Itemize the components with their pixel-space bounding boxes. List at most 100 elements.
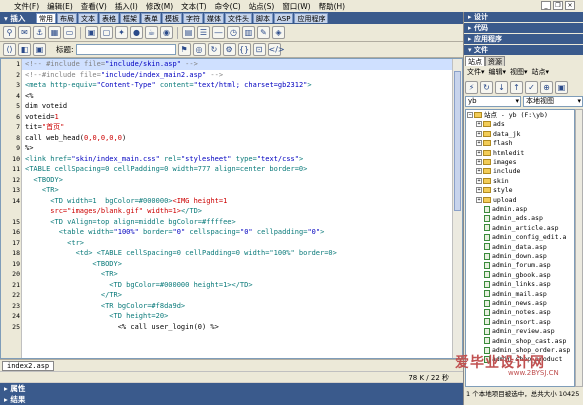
file-tree-scrollbar[interactable]	[575, 109, 583, 387]
horizontal-rule-icon[interactable]: ―	[212, 26, 225, 39]
insert-tab[interactable]: 模板	[162, 13, 182, 23]
tree-file[interactable]: admin_notes.asp	[484, 308, 551, 317]
expand-toggle-icon[interactable]: −	[467, 112, 473, 118]
close-icon[interactable]: ×	[565, 1, 575, 10]
code-line[interactable]: <TD bgColor=#000000 height=1></TD>	[22, 280, 454, 291]
expand-toggle-icon[interactable]: +	[476, 168, 482, 175]
insert-tab[interactable]: 常用	[36, 13, 56, 23]
code-line[interactable]: <meta http-equiv="Content-Type" content=…	[22, 80, 454, 91]
tree-file[interactable]: admin_config_edit.a	[484, 233, 566, 242]
browser-check-icon[interactable]: ⚑	[177, 43, 191, 56]
shockwave-icon[interactable]: ●	[130, 26, 143, 39]
insert-tab[interactable]: 文本	[78, 13, 98, 23]
minimize-icon[interactable]: _	[541, 1, 551, 10]
nav-bar-icon[interactable]: ☰	[197, 26, 210, 39]
expand-toggle-icon[interactable]: +	[476, 140, 482, 147]
tag-icon[interactable]: </>	[267, 43, 285, 56]
tree-file[interactable]: admin_mail.asp	[484, 290, 547, 299]
code-view-icon[interactable]: ⟨⟩	[3, 43, 16, 56]
code-line[interactable]: <link href="skin/index_main.css" rel="st…	[22, 154, 454, 165]
code-line[interactable]: <TABLE cellSpacing=0 cellPadding=0 width…	[22, 164, 454, 175]
title-input[interactable]	[75, 44, 176, 55]
menu-item[interactable]: 修改(M)	[142, 1, 177, 12]
code-line[interactable]: tit="首页"	[22, 122, 454, 133]
reference-icon[interactable]: ⊡	[252, 43, 266, 56]
menu-item[interactable]: 插入(I)	[111, 1, 142, 12]
files-panel-header[interactable]: ▾ 文件	[464, 45, 583, 55]
insert-tab[interactable]: ASP	[274, 13, 294, 23]
refresh-icon[interactable]: ↻	[207, 43, 221, 56]
site-select[interactable]: yb	[465, 96, 521, 107]
email-link-icon[interactable]: ✉	[18, 26, 31, 39]
insert-tab[interactable]: 字符	[183, 13, 203, 23]
check-in-icon[interactable]: ⊕	[540, 80, 553, 94]
rollover-icon[interactable]: ▤	[182, 26, 195, 39]
menu-item[interactable]: 文本(T)	[177, 1, 210, 12]
code-line[interactable]: dim voteid	[22, 101, 454, 112]
expand-toggle-icon[interactable]: +	[476, 149, 482, 156]
layer-icon[interactable]: ▭	[63, 26, 76, 39]
braces-icon[interactable]: {}	[237, 43, 251, 56]
code-line[interactable]: <TD width=1 bgColor=#000000><IMG height=…	[22, 196, 454, 207]
insert-tab[interactable]: 框架	[120, 13, 140, 23]
tree-folder[interactable]: + flash	[476, 139, 513, 148]
flash-icon[interactable]: ✦	[115, 26, 128, 39]
editor-scroll-thumb[interactable]	[454, 71, 461, 211]
restore-icon[interactable]: ❐	[553, 1, 563, 10]
get-files-icon[interactable]: ↓	[495, 80, 508, 94]
split-view-icon[interactable]: ◧	[18, 43, 31, 56]
anchor-icon[interactable]: ⚓	[33, 26, 46, 39]
menu-item[interactable]: 帮助(H)	[315, 1, 350, 12]
insert-tab[interactable]: 表格	[99, 13, 119, 23]
code-line[interactable]: <td> <TABLE cellSpacing=0 cellPadding=0 …	[22, 248, 454, 259]
menu-item[interactable]: 文件(F)	[10, 1, 43, 12]
tree-file[interactable]: admin_article.asp	[484, 224, 559, 233]
tree-folder[interactable]: + skin	[476, 177, 509, 186]
insert-tab[interactable]: 表单	[141, 13, 161, 23]
tree-folder[interactable]: + htmledit	[476, 149, 524, 158]
tree-folder[interactable]: + style	[476, 186, 513, 195]
document-tab-index2[interactable]: index2.asp	[2, 361, 55, 371]
put-files-icon[interactable]: ↑	[510, 80, 523, 94]
properties-panel-header[interactable]: ▸ 属性	[0, 383, 463, 394]
insert-tab[interactable]: 脚本	[253, 13, 273, 23]
design-view-icon[interactable]: ▣	[33, 43, 46, 56]
tree-file[interactable]: admin_down.asp	[484, 252, 547, 261]
code-line[interactable]: <TD height=20>	[22, 311, 454, 322]
tree-file[interactable]: admin_news.asp	[484, 299, 547, 308]
code-line[interactable]: <% call user_login(0) %>	[22, 322, 454, 333]
tree-folder[interactable]: + ads	[476, 120, 505, 129]
image-placeholder-icon[interactable]: ▢	[100, 26, 113, 39]
expand-toggle-icon[interactable]: +	[476, 130, 482, 137]
code-line[interactable]: <TR bgColor=#f8da9d>	[22, 301, 454, 312]
code-line[interactable]: %>	[22, 143, 454, 154]
code-line[interactable]: <TR>	[22, 185, 454, 196]
view-select[interactable]: 本地视图	[523, 96, 583, 107]
activex-icon[interactable]: ◉	[160, 26, 173, 39]
tree-folder[interactable]: + include	[476, 167, 520, 176]
code-line[interactable]: <!--#include file="include/index_main2.a…	[22, 70, 454, 81]
insert-tab[interactable]: 文件头	[225, 13, 252, 23]
tree-folder[interactable]: + upload	[476, 196, 516, 205]
code-editor[interactable]: 1 2 3 4 5 6 7 8 9 10 11 12 13 14 15 16 17 18 19 20 21 22 23 24 2…	[0, 58, 463, 359]
tree-file[interactable]: admin_ads.asp	[484, 214, 543, 223]
code-line[interactable]: <TBODY>	[22, 259, 454, 270]
menu-item[interactable]: 查看(V)	[77, 1, 111, 12]
files-menu-file[interactable]: 文件▾	[467, 67, 485, 78]
results-panel-header[interactable]: ▸ 结果	[0, 394, 463, 405]
tree-file[interactable]: admin_review.asp	[484, 327, 555, 336]
code-line[interactable]: call web_head(0,0,0,0,0)	[22, 133, 454, 144]
code-panel-header[interactable]: ▸ 代码	[464, 23, 583, 33]
menu-item[interactable]: 命令(C)	[211, 1, 245, 12]
design-panel-header[interactable]: ▸ 设计	[464, 12, 583, 22]
check-out-icon[interactable]: ✓	[525, 80, 538, 94]
expand-toggle-icon[interactable]: +	[476, 121, 482, 128]
tree-file[interactable]: admin_nsort.asp	[484, 318, 551, 327]
code-line[interactable]: src="images/blank.gif" width=1></TD>	[22, 206, 454, 217]
tree-file[interactable]: admin_forum.asp	[484, 261, 551, 270]
refresh-files-icon[interactable]: ↻	[480, 80, 493, 94]
tab-site[interactable]: 站点	[465, 56, 485, 66]
expand-icon[interactable]: ▣	[555, 80, 568, 94]
menu-item[interactable]: 窗口(W)	[278, 1, 314, 12]
tree-folder[interactable]: + data_jk	[476, 130, 520, 139]
